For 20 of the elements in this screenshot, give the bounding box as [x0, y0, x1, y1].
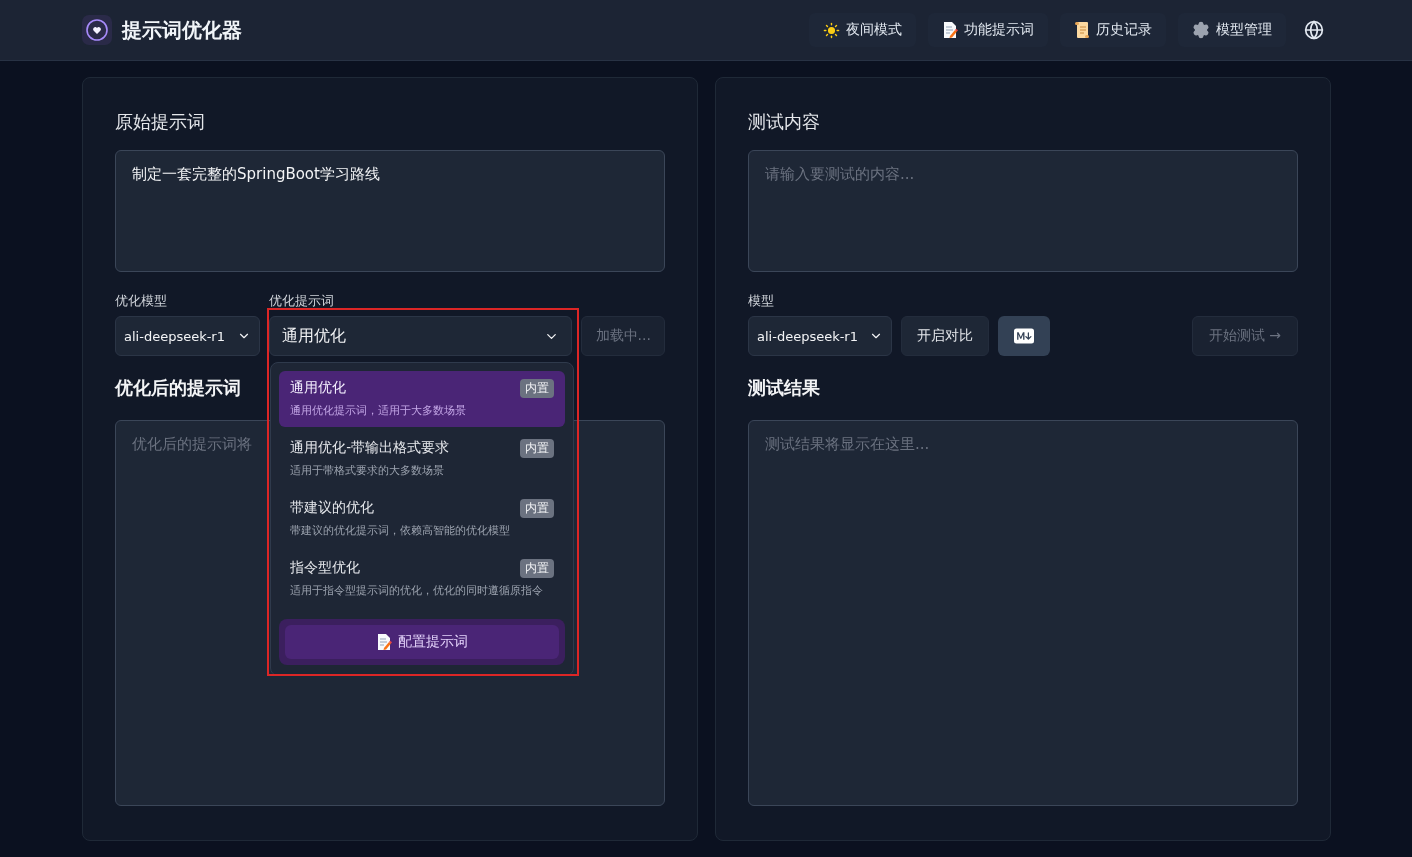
option-name: 指令型优化	[290, 559, 362, 577]
builtin-badge: 内置	[520, 379, 555, 398]
section-title: 原始提示词	[115, 110, 206, 134]
builtin-badge: 内置	[520, 559, 555, 578]
app-title: 提示词优化器	[122, 16, 242, 44]
option-description: 适用于指令型提示词的优化，优化的同时遵循原指令	[290, 583, 545, 599]
field-label: 模型	[748, 292, 774, 310]
option-name: 带建议的优化	[290, 499, 376, 517]
section-title: 测试内容	[748, 110, 821, 134]
field-label: 优化提示词	[269, 292, 334, 310]
option-description: 带建议的优化提示词，依赖高智能的优化模型	[290, 523, 512, 539]
option-description: 通用优化提示词，适用于大多数场景	[290, 403, 468, 419]
option-name: 通用优化-带输出格式要求	[290, 439, 451, 457]
option-description: 适用于带格式要求的大多数场景	[290, 463, 446, 479]
builtin-badge: 内置	[520, 499, 555, 518]
field-label: 优化模型	[115, 292, 168, 310]
section-title: 优化后的提示词	[115, 376, 241, 400]
builtin-badge: 内置	[520, 439, 555, 458]
option-name: 通用优化	[290, 379, 348, 397]
section-title: 测试结果	[748, 376, 820, 400]
